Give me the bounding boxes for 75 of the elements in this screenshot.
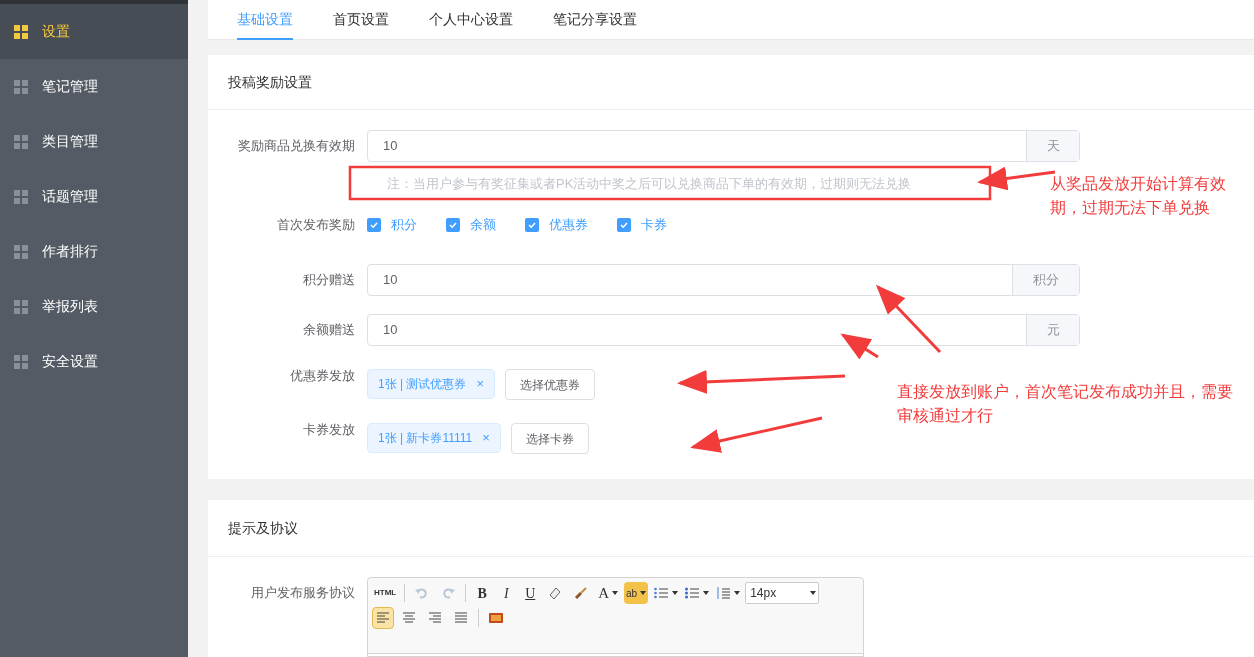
- bullet-list-icon: [684, 585, 701, 601]
- toolbar-button[interactable]: U: [520, 582, 541, 604]
- text-input[interactable]: 10 元: [367, 314, 1080, 346]
- tag-label: 1张 | 新卡券11111: [378, 430, 473, 447]
- select-button[interactable]: 选择卡券: [510, 423, 589, 454]
- grid-icon: [14, 354, 28, 369]
- align-left-icon[interactable]: [372, 607, 394, 629]
- field-label: 首次发布奖励: [277, 217, 355, 232]
- sidebar-label: 举报列表: [42, 297, 98, 316]
- toolbar-button[interactable]: ab: [624, 582, 649, 604]
- grid-icon: [14, 134, 28, 149]
- select-button[interactable]: 选择优惠券: [505, 369, 596, 400]
- checkbox-label: 余额: [470, 216, 496, 235]
- checkbox[interactable]: [525, 218, 539, 232]
- toolbar-button[interactable]: I: [496, 582, 517, 604]
- field-label: 积分赠送: [303, 272, 355, 287]
- ordered-list-icon: [653, 585, 670, 601]
- tab[interactable]: 个人中心设置: [429, 0, 513, 40]
- toolbar-button[interactable]: HTML: [372, 582, 399, 604]
- tag-label: 1张 | 测试优惠券: [378, 376, 467, 393]
- caret-icon: [612, 591, 619, 595]
- grid-icon: [14, 299, 28, 314]
- unit-label: 天: [1046, 137, 1060, 156]
- unit-label: 元: [1046, 321, 1060, 340]
- font-size-select[interactable]: 14px: [745, 582, 820, 604]
- field-label: 优惠券发放: [290, 368, 355, 383]
- checkbox[interactable]: [446, 218, 460, 232]
- sidebar-item[interactable]: 作者排行: [0, 224, 188, 279]
- sidebar-item[interactable]: 类目管理: [0, 114, 188, 169]
- caret-icon: [810, 591, 817, 595]
- grid-icon: [14, 189, 28, 204]
- checkmark-icon: [619, 220, 629, 230]
- sidebar-item[interactable]: 设置: [0, 4, 188, 59]
- unit-label: 积分: [1033, 271, 1059, 290]
- sidebar-label: 作者排行: [42, 242, 98, 261]
- caret-icon: [672, 591, 679, 595]
- sidebar-label: 类目管理: [42, 132, 98, 151]
- checkmark-icon: [527, 220, 537, 230]
- field-label: 余额赠送: [303, 322, 355, 337]
- toolbar-button[interactable]: A: [596, 582, 621, 604]
- hint-text: 注：当用户参与有奖征集或者PK活动中奖之后可以兑换商品下单的有效期，过期则无法兑换: [387, 175, 912, 194]
- sidebar-label: 笔记管理: [42, 77, 98, 96]
- sidebar-label: 设置: [42, 22, 70, 41]
- tab[interactable]: 笔记分享设置: [553, 0, 637, 40]
- sidebar-item[interactable]: 安全设置: [0, 334, 188, 389]
- section-title: 投稿奖励设置: [228, 72, 312, 92]
- text-input[interactable]: 10 积分: [367, 264, 1080, 296]
- sidebar-item[interactable]: 举报列表: [0, 279, 188, 334]
- field-label: 用户发布服务协议: [251, 585, 355, 600]
- text-input[interactable]: 10 天: [367, 130, 1080, 162]
- caret-icon: [640, 591, 647, 595]
- checkbox-label: 积分: [391, 216, 417, 235]
- sidebar-item[interactable]: 话题管理: [0, 169, 188, 224]
- line-height-icon: [715, 585, 732, 601]
- grid-icon: [14, 79, 28, 94]
- checkbox[interactable]: [617, 218, 631, 232]
- caret-icon: [734, 591, 741, 595]
- sidebar-item[interactable]: 笔记管理: [0, 59, 188, 114]
- checkbox-label: 卡券: [641, 216, 667, 235]
- section-title: 提示及协议: [228, 518, 298, 538]
- annotation-text: 从奖品发放开始计算有效期，过期无法下单兑换: [1050, 174, 1227, 218]
- sidebar-label: 话题管理: [42, 187, 98, 206]
- sidebar-label: 安全设置: [42, 352, 98, 371]
- annotation-text: 直接发放到账户，首次笔记发布成功并且，需要审核通过才行: [897, 382, 1234, 426]
- grid-icon: [14, 244, 28, 259]
- field-label: 奖励商品兑换有效期: [238, 138, 355, 153]
- caret-icon: [703, 591, 710, 595]
- checkmark-icon: [369, 220, 379, 230]
- checkbox-label: 优惠券: [549, 216, 588, 235]
- checkbox[interactable]: [367, 218, 381, 232]
- toolbar-button[interactable]: B: [472, 582, 493, 604]
- field-label: 卡券发放: [303, 422, 355, 437]
- checkmark-icon: [448, 220, 458, 230]
- tab[interactable]: 首页设置: [333, 0, 389, 40]
- grid-icon: [14, 24, 28, 39]
